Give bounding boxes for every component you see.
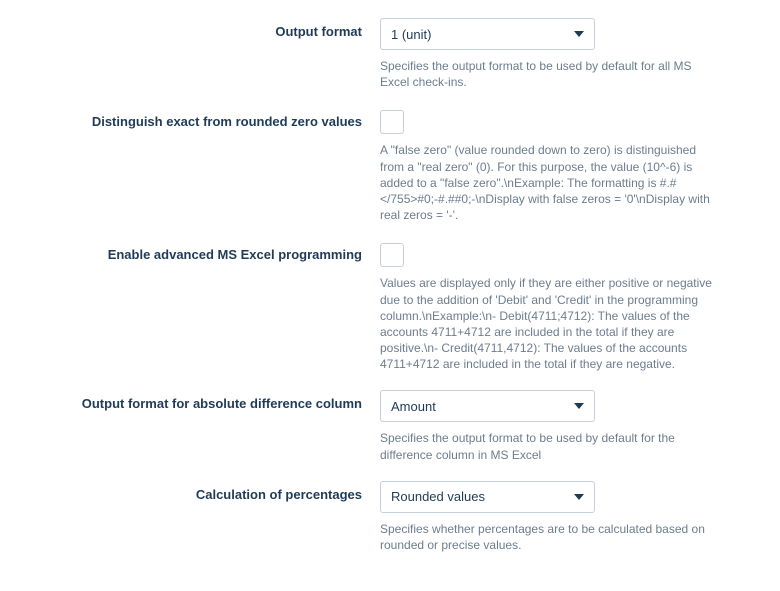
calc-percent-control-col: Rounded values Specifies whether percent… bbox=[380, 481, 715, 553]
enable-advanced-control-col: Values are displayed only if they are ei… bbox=[380, 241, 715, 372]
output-format-value: 1 (unit) bbox=[391, 27, 431, 42]
field-distinguish-zero: Distinguish exact from rounded zero valu… bbox=[40, 108, 740, 223]
abs-diff-format-control-col: Amount Specifies the output format to be… bbox=[380, 390, 715, 462]
abs-diff-format-select[interactable]: Amount bbox=[380, 390, 595, 422]
calc-percent-help: Specifies whether percentages are to be … bbox=[380, 521, 715, 553]
chevron-down-icon bbox=[574, 403, 584, 409]
enable-advanced-help: Values are displayed only if they are ei… bbox=[380, 275, 715, 372]
distinguish-zero-control-col: A "false zero" (value rounded down to ze… bbox=[380, 108, 715, 223]
distinguish-zero-help: A "false zero" (value rounded down to ze… bbox=[380, 142, 715, 223]
calc-percent-select[interactable]: Rounded values bbox=[380, 481, 595, 513]
field-output-format: Output format 1 (unit) Specifies the out… bbox=[40, 18, 740, 90]
field-enable-advanced: Enable advanced MS Excel programming Val… bbox=[40, 241, 740, 372]
abs-diff-format-value: Amount bbox=[391, 399, 436, 414]
output-format-help: Specifies the output format to be used b… bbox=[380, 58, 715, 90]
calc-percent-value: Rounded values bbox=[391, 489, 485, 504]
distinguish-zero-checkbox[interactable] bbox=[380, 110, 404, 134]
chevron-down-icon bbox=[574, 31, 584, 37]
chevron-down-icon bbox=[574, 494, 584, 500]
abs-diff-format-help: Specifies the output format to be used b… bbox=[380, 430, 715, 462]
output-format-control-col: 1 (unit) Specifies the output format to … bbox=[380, 18, 715, 90]
calc-percent-label: Calculation of percentages bbox=[40, 481, 380, 502]
output-format-select[interactable]: 1 (unit) bbox=[380, 18, 595, 50]
abs-diff-format-label: Output format for absolute difference co… bbox=[40, 390, 380, 411]
output-format-label: Output format bbox=[40, 18, 380, 39]
field-abs-diff-format: Output format for absolute difference co… bbox=[40, 390, 740, 462]
enable-advanced-checkbox[interactable] bbox=[380, 243, 404, 267]
field-calc-percent: Calculation of percentages Rounded value… bbox=[40, 481, 740, 553]
distinguish-zero-label: Distinguish exact from rounded zero valu… bbox=[40, 108, 380, 129]
enable-advanced-label: Enable advanced MS Excel programming bbox=[40, 241, 380, 262]
